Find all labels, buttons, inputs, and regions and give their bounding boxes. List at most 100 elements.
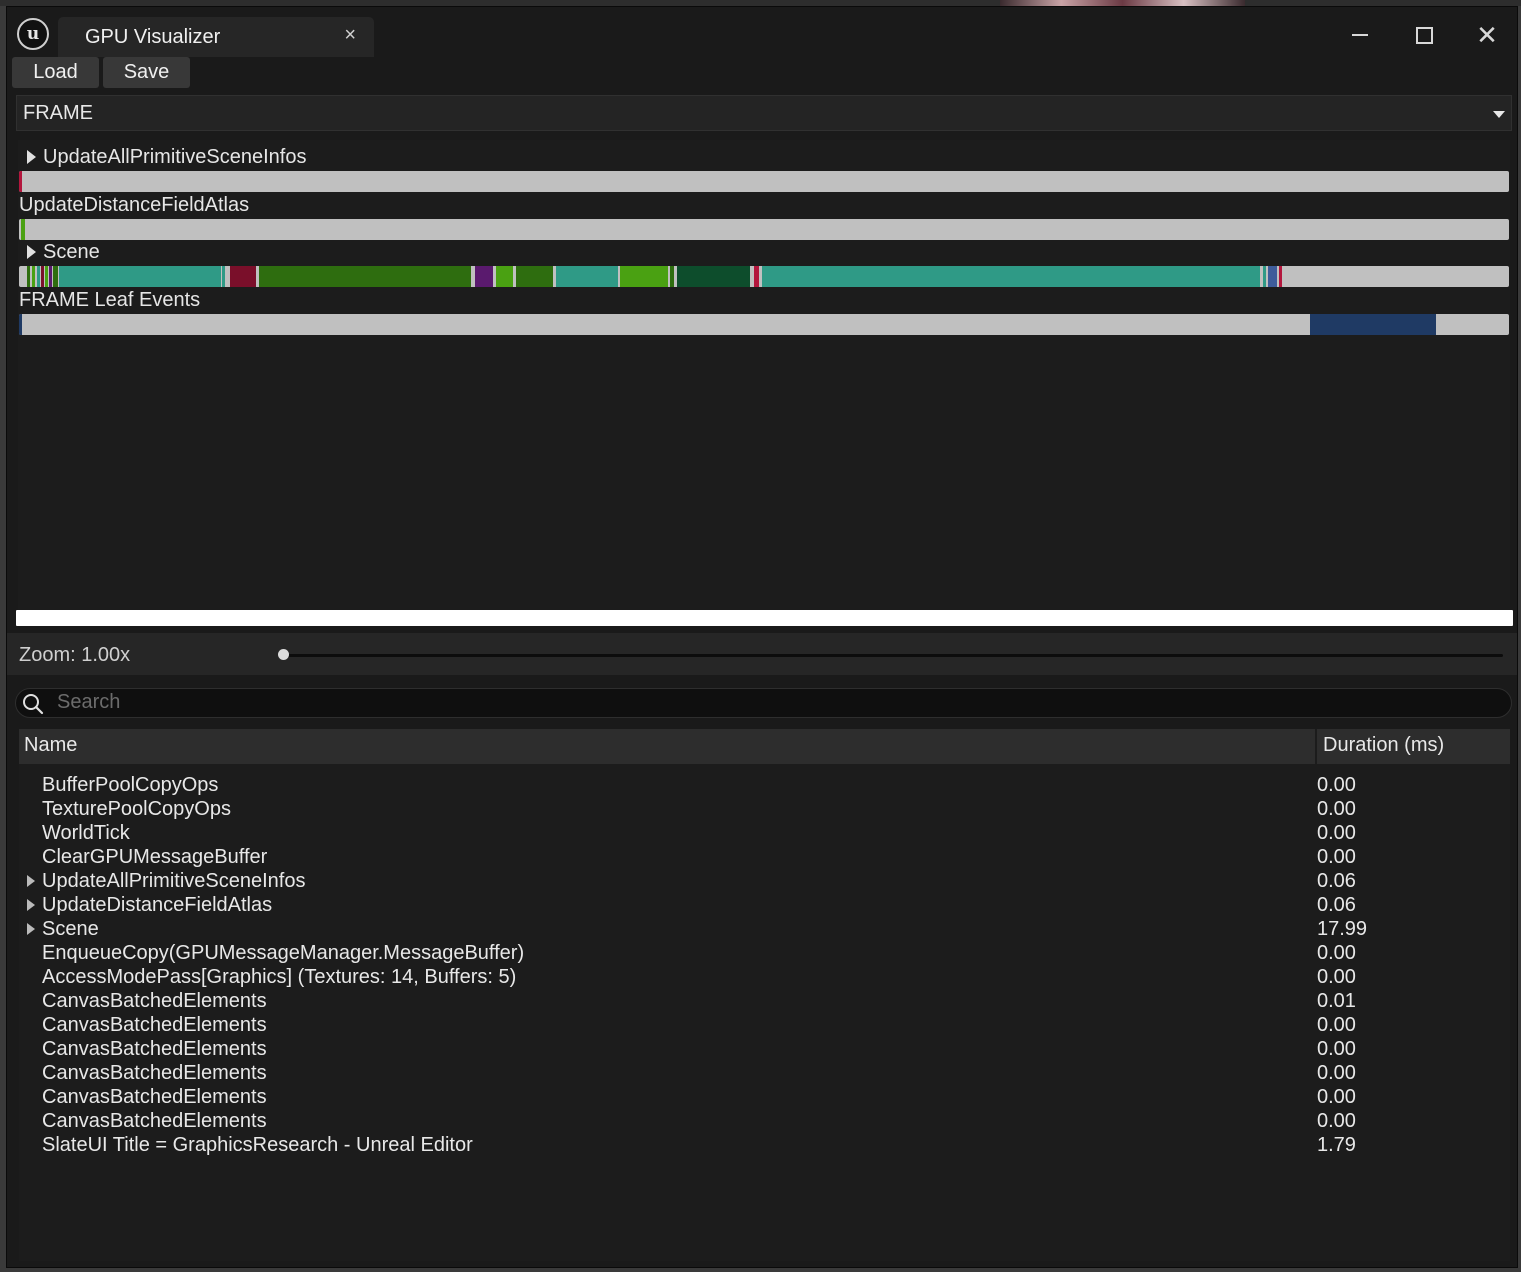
timeline-event-bar[interactable]	[1279, 266, 1282, 287]
minimize-button[interactable]	[1338, 17, 1382, 53]
timeline-event-bar[interactable]	[21, 219, 25, 240]
frame-dropdown[interactable]: FRAME	[16, 95, 1512, 131]
event-duration: 0.00	[1317, 1110, 1356, 1132]
save-button[interactable]: Save	[103, 57, 190, 88]
expand-arrow-icon[interactable]	[27, 875, 35, 887]
title-bar[interactable]: u GPU Visualizer × ✕	[7, 7, 1517, 57]
event-duration: 0.01	[1317, 990, 1356, 1012]
timeline-event-bar[interactable]	[32, 266, 35, 287]
timeline-event-bar[interactable]	[37, 266, 40, 287]
event-duration: 0.00	[1317, 822, 1356, 844]
timeline-event-bar[interactable]	[556, 266, 618, 287]
timeline-event-bar[interactable]	[1268, 266, 1277, 287]
timeline-event-bar[interactable]	[516, 266, 553, 287]
minimize-icon	[1352, 34, 1368, 36]
table-row[interactable]: CanvasBatchedElements 0.00	[19, 1061, 1510, 1085]
event-duration: 0.06	[1317, 894, 1356, 916]
event-duration: 0.00	[1317, 942, 1356, 964]
timeline-horizontal-scrollbar[interactable]	[16, 610, 1513, 626]
timeline-track-scene[interactable]	[19, 266, 1509, 287]
table-row[interactable]: CanvasBatchedElements 0.00	[19, 1037, 1510, 1061]
maximize-button[interactable]	[1402, 17, 1446, 53]
timeline-event-bar[interactable]	[496, 266, 513, 287]
close-window-button[interactable]: ✕	[1465, 17, 1509, 53]
timeline-event-bar[interactable]	[762, 266, 1260, 287]
table-row[interactable]: Scene 17.99	[19, 917, 1510, 941]
zoom-slider-thumb[interactable]	[278, 649, 289, 660]
timeline-event-bar[interactable]	[620, 266, 668, 287]
expand-arrow-icon[interactable]	[27, 923, 35, 935]
unreal-logo-icon: u	[17, 18, 49, 50]
event-duration: 0.00	[1317, 1062, 1356, 1084]
event-name: CanvasBatchedElements	[42, 1038, 267, 1060]
event-duration: 0.00	[1317, 1038, 1356, 1060]
event-duration: 0.00	[1317, 966, 1356, 988]
table-row[interactable]: CanvasBatchedElements 0.00	[19, 1013, 1510, 1037]
table-row[interactable]: WorldTick 0.00	[19, 821, 1510, 845]
timeline-event-bar[interactable]	[475, 266, 493, 287]
timeline-event-bar[interactable]	[1263, 266, 1266, 287]
table-header: Name Duration (ms)	[19, 729, 1510, 764]
timeline-event-bar[interactable]	[677, 266, 750, 287]
timeline-event-bar[interactable]	[222, 266, 225, 287]
close-icon: ✕	[1476, 20, 1498, 50]
table-row[interactable]: ClearGPUMessageBuffer 0.00	[19, 845, 1510, 869]
timeline-event-bar[interactable]	[49, 266, 52, 287]
table-row[interactable]: SlateUI Title = GraphicsResearch - Unrea…	[19, 1133, 1510, 1157]
timeline-event-bar[interactable]	[670, 266, 674, 287]
table-row[interactable]: CanvasBatchedElements 0.01	[19, 989, 1510, 1013]
frame-dropdown-value: FRAME	[23, 102, 93, 124]
timeline-row-label: UpdateDistanceFieldAtlas	[19, 194, 250, 216]
timeline-event-bar[interactable]	[1310, 314, 1436, 335]
tab-title: GPU Visualizer	[85, 26, 221, 48]
event-name: UpdateDistanceFieldAtlas	[42, 894, 273, 916]
expand-arrow-icon[interactable]	[27, 150, 36, 164]
table-row[interactable]: EnqueueCopy(GPUMessageManager.MessageBuf…	[19, 941, 1510, 965]
search-placeholder: Search	[57, 691, 121, 713]
timeline-event-bar[interactable]	[53, 266, 58, 287]
event-name: AccessModePass[Graphics] (Textures: 14, …	[42, 966, 517, 988]
table-row[interactable]: CanvasBatchedElements 0.00	[19, 1109, 1510, 1133]
timeline-track-update-all-primitive-scene-infos[interactable]	[19, 171, 1509, 192]
tab-gpu-visualizer[interactable]: GPU Visualizer ×	[58, 17, 374, 57]
column-header-name[interactable]: Name	[24, 734, 77, 757]
event-name: CanvasBatchedElements	[42, 1110, 267, 1132]
expand-arrow-icon[interactable]	[27, 245, 36, 259]
zoom-slider[interactable]	[282, 654, 1503, 657]
timeline-event-bar[interactable]	[59, 266, 221, 287]
search-input[interactable]: Search	[15, 688, 1512, 718]
column-header-duration[interactable]: Duration (ms)	[1323, 734, 1444, 757]
event-duration: 0.00	[1317, 1014, 1356, 1036]
table-row[interactable]: UpdateAllPrimitiveSceneInfos 0.06	[19, 869, 1510, 893]
timeline-row-label: UpdateAllPrimitiveSceneInfos	[43, 146, 307, 168]
maximize-icon	[1415, 26, 1433, 44]
event-duration: 0.00	[1317, 1086, 1356, 1108]
timeline-track-frame-leaf-events[interactable]	[19, 314, 1509, 335]
unreal-logo-glyph: u	[26, 24, 40, 44]
table-row[interactable]: UpdateDistanceFieldAtlas 0.06	[19, 893, 1510, 917]
table-row[interactable]: AccessModePass[Graphics] (Textures: 14, …	[19, 965, 1510, 989]
tab-close-icon[interactable]: ×	[344, 24, 356, 47]
search-icon	[23, 694, 44, 715]
column-divider[interactable]	[1315, 729, 1317, 764]
table-row[interactable]: TexturePoolCopyOps 0.00	[19, 797, 1510, 821]
event-duration: 17.99	[1317, 918, 1368, 940]
timeline-event-bar[interactable]	[41, 266, 44, 287]
load-button[interactable]: Load	[12, 57, 99, 88]
timeline-event-bar[interactable]	[259, 266, 471, 287]
table-row[interactable]: CanvasBatchedElements 0.00	[19, 1085, 1510, 1109]
expand-arrow-icon[interactable]	[27, 899, 35, 911]
timeline-panel[interactable]: UpdateAllPrimitiveSceneInfos UpdateDista…	[18, 140, 1510, 610]
event-name: BufferPoolCopyOps	[42, 774, 219, 796]
events-table: Name Duration (ms) BufferPoolCopyOps 0.00…	[19, 729, 1510, 1261]
timeline-event-bar[interactable]	[19, 314, 22, 335]
timeline-event-bar[interactable]	[754, 266, 759, 287]
timeline-event-bar[interactable]	[230, 266, 256, 287]
table-row[interactable]: BufferPoolCopyOps 0.00	[19, 773, 1510, 797]
timeline-event-bar[interactable]	[27, 266, 30, 287]
timeline-event-bar[interactable]	[45, 266, 48, 287]
timeline-track-update-distance-field-atlas[interactable]	[19, 219, 1509, 240]
event-name: SlateUI Title = GraphicsResearch - Unrea…	[42, 1134, 473, 1156]
gpu-visualizer-window: u GPU Visualizer × ✕ Load Save FRAME Upd…	[6, 6, 1518, 1268]
timeline-event-bar[interactable]	[19, 171, 22, 192]
